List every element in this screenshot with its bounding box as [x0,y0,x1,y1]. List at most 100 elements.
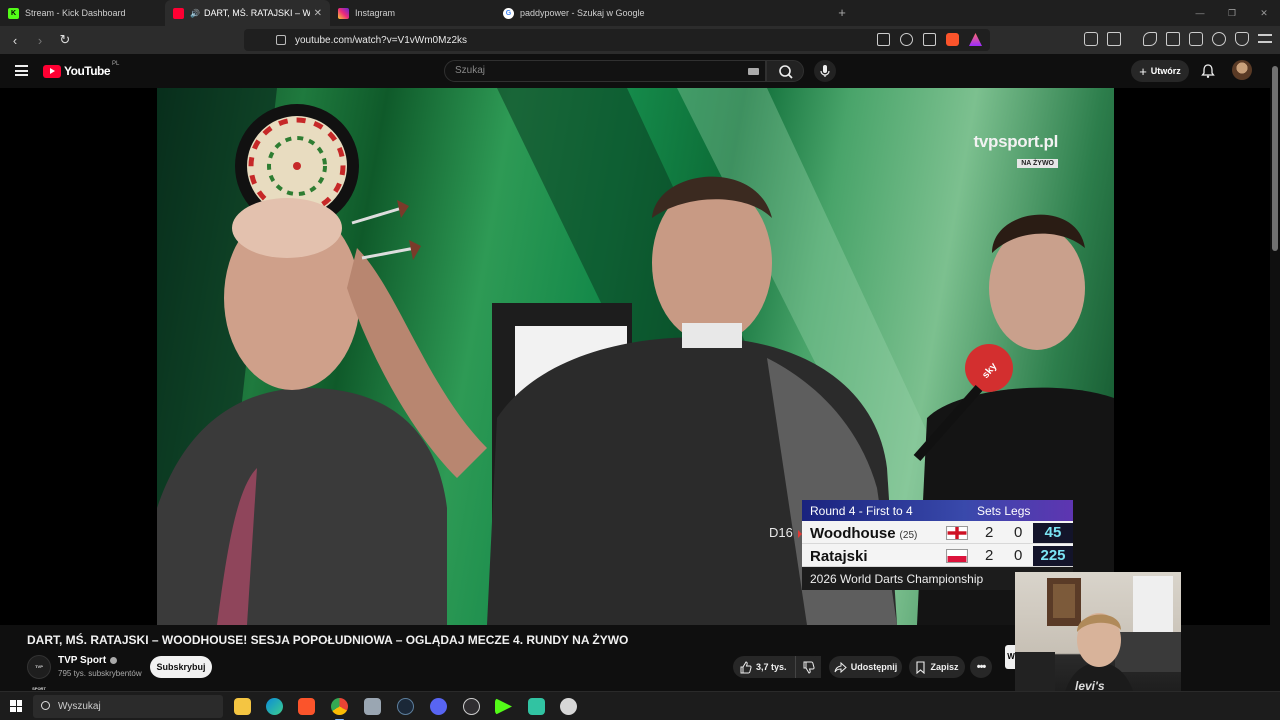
tab-instagram[interactable]: Instagram [330,0,495,26]
video-player[interactable]: sky tvpsport.pl NA ŻYWO D16 Round 4 - Fi… [0,88,1270,625]
steam-icon[interactable] [397,698,414,715]
vpn-icon[interactable] [1235,32,1249,46]
england-flag-icon [946,526,968,540]
discord-icon[interactable] [430,698,447,715]
url-text[interactable]: youtube.com/watch?v=V1vWm0Mz2ks [295,35,467,46]
live-badge: NA ŻYWO [1017,159,1058,168]
share-button[interactable]: Udostępnij [829,656,902,678]
checkout-hint: D16 [769,525,793,540]
back-button[interactable]: ‹ [5,30,25,50]
subscriber-count: 795 tys. subskrybentów [58,669,142,678]
edge-icon[interactable] [266,698,283,715]
round-label: Round 4 - First to 4 [810,504,913,518]
streamlabs-icon[interactable] [528,698,545,715]
thumbs-up-icon [740,660,752,673]
chrome-icon[interactable] [331,698,348,720]
page-scrollbar[interactable] [1270,54,1280,690]
new-tab-button[interactable]: + [830,0,854,26]
logo-text: YouTube [64,64,111,78]
taskbar-search[interactable]: Wyszukaj [33,695,223,718]
plus-icon: + [1139,63,1147,79]
omnibox[interactable]: youtube.com/watch?v=V1vWm0Mz2ks [244,29,990,51]
close-window-icon[interactable]: ✕ [1248,0,1280,26]
menu-icon[interactable] [1258,34,1272,43]
player-seed: (25) [899,530,918,541]
tab-title: Stream - Kick Dashboard [25,8,126,18]
browser-tab-strip: K Stream - Kick Dashboard 🔊 DART, MŚ. RA… [0,0,1280,26]
microphone-icon [820,65,830,77]
player-points: 45 [1033,523,1073,543]
account-avatar[interactable] [1232,60,1252,80]
screenshot-icon[interactable] [1107,32,1121,46]
app-icon[interactable] [364,698,381,715]
instagram-icon [338,7,349,19]
cast-icon[interactable] [877,33,890,46]
video-frame[interactable]: sky tvpsport.pl NA ŻYWO D16 Round 4 - Fi… [157,88,1114,625]
wallet-icon[interactable] [1189,32,1203,46]
hamburger-menu-icon[interactable] [15,65,28,76]
keyboard-icon[interactable] [748,68,759,75]
player-name: Woodhouse (25) [810,525,918,542]
watermark-text: tvpsport.pl [973,132,1058,151]
save-button[interactable]: Zapisz [909,656,965,678]
taskbar-search-placeholder: Wyszukaj [58,701,101,712]
youtube-logo[interactable]: YouTube PL [43,61,119,78]
scoreboard-row: Ratajski 2 0 225 [802,544,1073,567]
tab-google[interactable]: G paddypower - Szukaj w Google [495,0,660,26]
channel-avatar[interactable]: TVP SPORT [27,655,51,691]
dislike-button[interactable] [795,656,821,678]
search-icon [779,65,793,79]
search-input[interactable]: Szukaj [444,60,766,82]
kick-icon: K [8,7,19,19]
shield-app-icon[interactable] [560,698,577,715]
windows-taskbar: Wyszukaj [0,691,1280,720]
search-button[interactable] [766,60,804,82]
zoom-icon[interactable] [900,33,913,46]
brave-icon[interactable] [298,698,315,715]
forward-button[interactable]: › [30,30,50,50]
screen: K Stream - Kick Dashboard 🔊 DART, MŚ. RA… [0,0,1280,720]
like-count: 3,7 tys. [756,662,787,672]
tab-title: paddypower - Szukaj w Google [520,8,645,18]
event-name: 2026 World Darts Championship [810,572,984,586]
tab-youtube[interactable]: 🔊 DART, MŚ. RATAJSKI – WOOD ✕ [165,0,330,26]
reload-button[interactable]: ↻ [55,30,75,50]
create-label: Utwórz [1150,66,1181,76]
windows-start-icon[interactable] [10,700,22,712]
channel-name[interactable]: TVP Sport [58,655,118,666]
youtube-icon [173,7,184,19]
sidebar-icon[interactable] [1166,32,1180,46]
speaker-icon[interactable]: 🔊 [190,9,200,18]
search-icon [41,701,50,710]
scrollbar-thumb[interactable] [1272,66,1278,251]
site-settings-icon[interactable] [276,35,286,45]
share-icon[interactable] [923,33,936,46]
kick-app-icon[interactable] [495,698,512,715]
tab-kick[interactable]: K Stream - Kick Dashboard [0,0,165,26]
minimize-icon[interactable]: — [1184,0,1216,26]
subscribe-button[interactable]: Subskrybuj [150,656,212,678]
brave-rewards-icon[interactable] [969,33,982,46]
verified-icon [110,656,118,664]
extensions-icon[interactable] [1084,32,1098,46]
darts [351,200,421,260]
extension-toolbar [1084,32,1272,46]
player-legs: 0 [1014,547,1023,564]
voice-search-button[interactable] [814,60,836,82]
music-icon[interactable] [1143,32,1157,46]
brave-shield-icon[interactable] [946,33,959,46]
google-icon: G [503,7,514,19]
close-icon[interactable]: ✕ [314,8,322,19]
leo-ai-icon[interactable] [1212,32,1226,46]
create-button[interactable]: + Utwórz [1131,60,1189,82]
poland-flag-icon [946,549,968,563]
notifications-bell-icon[interactable] [1200,63,1216,79]
file-explorer-icon[interactable] [234,698,251,715]
obs-icon[interactable] [463,698,480,715]
share-label: Udostępnij [850,662,898,672]
youtube-play-icon [43,64,61,78]
bookmark-save-icon [916,660,926,674]
more-actions-button[interactable]: ••• [970,656,992,678]
player-sets: 2 [985,524,994,541]
restore-icon[interactable]: ❐ [1216,0,1248,26]
